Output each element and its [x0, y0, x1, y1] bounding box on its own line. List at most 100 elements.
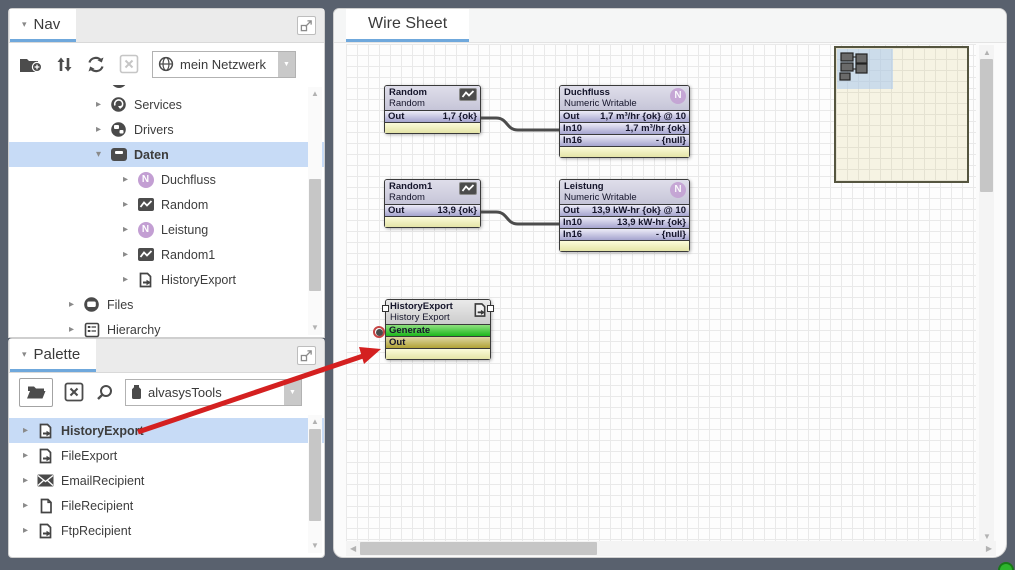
block-slot-empty[interactable] — [560, 240, 689, 251]
twisty-icon[interactable]: ▸ — [123, 274, 137, 285]
block-slot-empty[interactable] — [560, 146, 689, 157]
block-slot-empty[interactable] — [385, 216, 480, 227]
selection-handle[interactable] — [382, 305, 389, 312]
numeric-point-icon: N — [137, 221, 154, 238]
twisty-icon[interactable]: ▸ — [123, 249, 137, 260]
new-folder-button[interactable] — [19, 56, 43, 73]
nav-expand-button[interactable] — [297, 16, 316, 35]
nav-tree-item-historyexport[interactable]: ▸ HistoryExport — [9, 267, 324, 292]
connection-status-indicator[interactable] — [998, 562, 1014, 570]
network-dropdown-arrow[interactable]: ▼ — [278, 51, 295, 77]
nav-tree-item-hierarchy[interactable]: ▸ Hierarchy — [9, 317, 324, 338]
scroll-up-arrow[interactable]: ▲ — [983, 49, 991, 57]
block-duchfluss[interactable]: Duchfluss Numeric Writable N Out 1,7 m³/… — [559, 85, 690, 158]
generate-action-port[interactable] — [373, 326, 385, 338]
block-slot-in16[interactable]: In16 - {null} — [560, 228, 689, 240]
block-random[interactable]: Random Random Out 1,7 {ok} — [384, 85, 481, 134]
selection-handle[interactable] — [487, 305, 494, 312]
nav-tree-item-random[interactable]: ▸ Random — [9, 192, 324, 217]
scroll-up-arrow[interactable]: ▲ — [311, 90, 319, 98]
twisty-icon[interactable]: ▸ — [23, 425, 37, 436]
scrollbar-thumb[interactable] — [360, 542, 597, 555]
block-random1[interactable]: Random1 Random Out 13,9 {ok} — [384, 179, 481, 228]
sort-button[interactable] — [56, 56, 73, 73]
close-palette-button[interactable] — [64, 382, 84, 402]
wiresheet-tab[interactable]: Wire Sheet — [346, 9, 470, 42]
twisty-icon[interactable]: ▸ — [69, 299, 83, 310]
x-box-icon — [119, 54, 139, 74]
scrollbar-thumb[interactable] — [980, 59, 993, 192]
twisty-icon[interactable]: ▸ — [23, 475, 37, 486]
nav-tree-item-leistung[interactable]: ▸ N Leistung — [9, 217, 324, 242]
block-slot-generate[interactable]: Generate — [386, 324, 490, 336]
tab-caret-icon[interactable]: ▾ — [22, 19, 27, 30]
twisty-icon[interactable]: ▸ — [69, 324, 83, 335]
jar-icon — [132, 385, 141, 399]
refresh-button[interactable] — [86, 56, 106, 73]
palette-panel-tab[interactable]: ▾ Palette — [10, 339, 97, 372]
block-leistung[interactable]: Leistung Numeric Writable N Out 13,9 kW-… — [559, 179, 690, 252]
nav-tree-item-duchfluss[interactable]: ▸ N Duchfluss — [9, 167, 324, 192]
nav-tree-item-files[interactable]: ▸ Files — [9, 292, 324, 317]
block-slot-out[interactable]: Out 1,7 m³/hr {ok} @ 10 — [560, 110, 689, 122]
block-header: Random1 Random — [385, 180, 480, 204]
twisty-icon[interactable]: ▸ — [23, 525, 37, 536]
twisty-icon[interactable]: ▸ — [123, 199, 137, 210]
wiresheet-hscrollbar[interactable]: ◀ ▶ — [346, 541, 996, 556]
nav-tree-scrollbar[interactable]: ▲ ▼ — [308, 87, 322, 335]
block-slot-in10[interactable]: In10 1,7 m³/hr {ok} — [560, 122, 689, 134]
twisty-icon[interactable]: ▸ — [96, 99, 110, 110]
wiresheet-vscrollbar[interactable]: ▲ ▼ — [979, 45, 994, 545]
palette-scrollbar[interactable]: ▲ ▼ — [308, 415, 322, 553]
palette-expand-button[interactable] — [297, 346, 316, 365]
twisty-icon[interactable]: ▸ — [23, 450, 37, 461]
scrollbar-thumb[interactable] — [309, 429, 321, 521]
scroll-down-arrow[interactable]: ▼ — [311, 324, 319, 332]
search-palette-button[interactable] — [95, 383, 114, 402]
minimap-overview[interactable] — [834, 46, 969, 183]
scroll-down-arrow[interactable]: ▼ — [983, 533, 991, 541]
palette-item-filerecipient[interactable]: ▸ FileRecipient — [9, 493, 324, 518]
nav-tree-item-daten[interactable]: ▾ Daten — [9, 142, 324, 167]
palette-item-ftprecipient[interactable]: ▸ FtpRecipient — [9, 518, 324, 543]
twisty-icon[interactable]: ▸ — [123, 174, 137, 185]
twisty-icon[interactable]: ▾ — [96, 149, 110, 160]
block-slot-in16[interactable]: In16 - {null} — [560, 134, 689, 146]
block-historyexport[interactable]: HistoryExport History Export Generate Ou… — [373, 299, 494, 360]
nav-tree-item-random1[interactable]: ▸ Random1 — [9, 242, 324, 267]
twisty-icon[interactable]: ▸ — [23, 500, 37, 511]
twisty-icon[interactable]: ▸ — [123, 224, 137, 235]
block-slot-out[interactable]: Out 13,9 kW-hr {ok} @ 10 — [560, 204, 689, 216]
block-slot-in10[interactable]: In10 13,9 kW-hr {ok} — [560, 216, 689, 228]
block-slot-empty[interactable] — [386, 348, 490, 359]
network-dropdown[interactable]: mein Netzwerk ▼ — [152, 50, 296, 78]
nav-tree-item-partial[interactable]: ▾ — [9, 85, 324, 92]
palette-item-emailrecipient[interactable]: ▸ EmailRecipient — [9, 468, 324, 493]
numeric-point-icon: N — [137, 171, 154, 188]
palette-item-historyexport[interactable]: ▸ HistoryExport — [9, 418, 324, 443]
export-page-icon — [137, 271, 154, 288]
search-icon — [97, 384, 112, 400]
nav-panel-tab[interactable]: ▾ Nav — [10, 9, 77, 42]
scroll-down-arrow[interactable]: ▼ — [311, 542, 319, 550]
export-page-icon — [37, 447, 54, 464]
cancel-button-disabled[interactable] — [119, 54, 139, 74]
block-slot-out[interactable]: Out 13,9 {ok} — [385, 204, 480, 216]
scroll-left-arrow[interactable]: ◀ — [350, 545, 356, 553]
twisty-icon[interactable]: ▸ — [96, 124, 110, 135]
minimap-blocks — [839, 52, 868, 81]
nav-tree-item-services[interactable]: ▸ Services — [9, 92, 324, 117]
tab-caret-icon[interactable]: ▾ — [22, 349, 27, 360]
scroll-right-arrow[interactable]: ▶ — [986, 545, 992, 553]
block-slot-out[interactable]: Out 1,7 {ok} — [385, 110, 480, 122]
scroll-up-arrow[interactable]: ▲ — [311, 418, 319, 426]
block-slot-empty[interactable] — [385, 122, 480, 133]
open-palette-button[interactable] — [19, 377, 53, 407]
palette-list: ▸ HistoryExport ▸ FileExport ▸ EmailReci… — [9, 411, 324, 555]
scrollbar-thumb[interactable] — [309, 179, 321, 291]
nav-tree-item-drivers[interactable]: ▸ Drivers — [9, 117, 324, 142]
palette-dropdown-arrow[interactable]: ▼ — [284, 379, 301, 405]
block-slot-out[interactable]: Out — [386, 336, 490, 348]
palette-library-dropdown[interactable]: alvasysTools ▼ — [125, 378, 302, 406]
palette-item-fileexport[interactable]: ▸ FileExport — [9, 443, 324, 468]
